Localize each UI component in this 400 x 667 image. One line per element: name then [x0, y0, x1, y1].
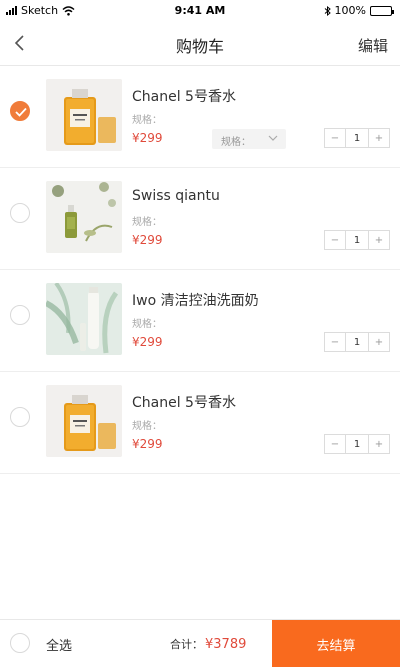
page-title: 购物车 — [175, 37, 224, 56]
bluetooth-icon — [324, 5, 331, 16]
cart-item: Iwo 清洁控油洗面奶 规格： ¥299 − 1 + — [0, 270, 400, 372]
product-spec: 规格： — [132, 319, 162, 330]
product-spec: 规格： — [132, 421, 162, 432]
increase-button[interactable]: + — [369, 231, 389, 249]
battery-icon — [370, 5, 394, 16]
quantity-stepper: − 1 + — [324, 434, 390, 454]
select-all-checkbox[interactable] — [10, 633, 30, 653]
product-spec: 规格： — [132, 217, 162, 228]
total-label: 合计： — [170, 638, 203, 651]
product-price: ¥299 — [132, 335, 163, 349]
cart-item: Swiss qiantu 规格： ¥299 − 1 + — [0, 168, 400, 270]
product-name: Iwo 清洁控油洗面奶 — [132, 293, 259, 309]
product-name: Chanel 5号香水 — [132, 89, 236, 105]
product-price: ¥299 — [132, 233, 163, 247]
cart-item: Chanel 5号香水 规格： ¥299 规格： − 1 + — [0, 66, 400, 168]
quantity-stepper: − 1 + — [324, 230, 390, 250]
quantity-stepper: − 1 + — [324, 128, 390, 148]
quantity-value[interactable]: 1 — [345, 129, 369, 147]
edit-button[interactable]: 编辑 — [358, 35, 388, 56]
checkmark-icon — [15, 107, 27, 117]
status-bar: Sketch 9:41 AM 100% — [0, 0, 400, 20]
total: 合计： ¥3789 — [170, 636, 246, 652]
bottom-bar: 全选 合计： ¥3789 去结算 — [0, 619, 400, 667]
product-spec: 规格： — [132, 115, 162, 126]
cart-list: Chanel 5号香水 规格： ¥299 规格： − 1 + Swiss qia… — [0, 66, 400, 474]
battery-percent: 100% — [334, 4, 366, 17]
spec-select[interactable]: 规格： — [212, 129, 286, 149]
item-checkbox[interactable] — [10, 203, 30, 223]
spec-select-value: 规格： — [221, 137, 251, 148]
select-all-label[interactable]: 全选 — [46, 635, 72, 654]
product-name: Swiss qiantu — [132, 188, 220, 204]
nav-bar: 购物车 编辑 — [0, 20, 400, 66]
increase-button[interactable]: + — [369, 129, 389, 147]
product-image-perfume — [46, 385, 122, 457]
item-checkbox[interactable] — [10, 407, 30, 427]
product-name: Chanel 5号香水 — [132, 395, 236, 411]
decrease-button[interactable]: − — [325, 129, 345, 147]
product-price: ¥299 — [132, 131, 163, 145]
product-price: ¥299 — [132, 437, 163, 451]
product-image-perfume — [46, 79, 122, 151]
chevron-down-icon — [268, 135, 278, 141]
item-checkbox[interactable] — [10, 101, 30, 121]
item-checkbox[interactable] — [10, 305, 30, 325]
decrease-button[interactable]: − — [325, 435, 345, 453]
quantity-value[interactable]: 1 — [345, 231, 369, 249]
quantity-stepper: − 1 + — [324, 332, 390, 352]
increase-button[interactable]: + — [369, 333, 389, 351]
decrease-button[interactable]: − — [325, 333, 345, 351]
product-image-cleanser — [46, 283, 122, 355]
total-amount: ¥3789 — [205, 637, 247, 652]
cart-item: Chanel 5号香水 规格： ¥299 − 1 + — [0, 372, 400, 474]
checkout-button[interactable]: 去结算 — [272, 620, 400, 667]
increase-button[interactable]: + — [369, 435, 389, 453]
quantity-value[interactable]: 1 — [345, 333, 369, 351]
quantity-value[interactable]: 1 — [345, 435, 369, 453]
status-right: 100% — [324, 4, 394, 17]
product-image-serum — [46, 181, 122, 253]
decrease-button[interactable]: − — [325, 231, 345, 249]
